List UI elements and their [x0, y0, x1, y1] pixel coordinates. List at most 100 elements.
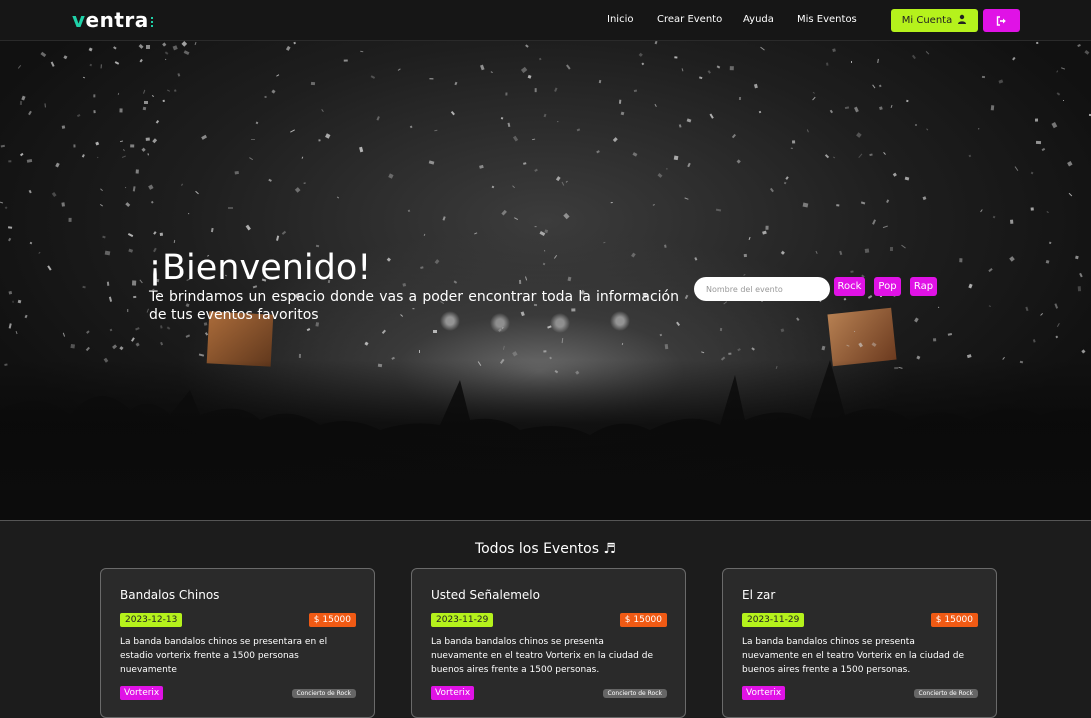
confetti-speck — [122, 155, 127, 158]
confetti-speck — [124, 186, 126, 189]
confetti-speck — [770, 187, 775, 192]
event-price-badge: $ 15000 — [308, 613, 356, 627]
confetti-speck — [611, 201, 614, 204]
logo-dots — [150, 17, 153, 27]
confetti-speck — [27, 110, 32, 116]
genre-filter-pop[interactable]: Pop — [874, 277, 901, 296]
confetti-speck — [717, 65, 721, 69]
event-card[interactable]: Usted Señalemelo 2023-11-29 $ 15000 La b… — [411, 568, 686, 718]
confetti-speck — [507, 122, 511, 128]
logo-text: entra — [85, 8, 149, 32]
confetti-speck — [861, 201, 867, 206]
confetti-speck — [93, 110, 96, 114]
confetti-speck — [144, 100, 149, 105]
confetti-speck — [762, 230, 767, 235]
confetti-speck — [117, 93, 120, 95]
confetti-speck — [577, 128, 581, 132]
confetti-speck — [654, 41, 658, 45]
genre-filter-rap[interactable]: Rap — [910, 277, 937, 296]
nav-link-ayuda[interactable]: Ayuda — [743, 14, 774, 25]
ventra-logo[interactable]: ventra — [72, 8, 153, 32]
confetti-speck — [282, 230, 287, 235]
confetti-speck — [251, 138, 256, 141]
nav-link-mis-eventos[interactable]: Mis Eventos — [797, 14, 857, 25]
hero-title: ¡Bienvenido! — [148, 248, 372, 288]
confetti-speck — [7, 237, 11, 242]
event-search-input[interactable] — [694, 277, 830, 301]
event-card[interactable]: Bandalos Chinos 2023-12-13 $ 15000 La ba… — [100, 568, 375, 718]
nav-link-inicio[interactable]: Inicio — [607, 14, 633, 25]
confetti-speck — [132, 296, 137, 299]
confetti-speck — [708, 69, 711, 73]
confetti-speck — [832, 156, 836, 159]
confetti-speck — [633, 89, 637, 92]
confetti-speck — [450, 111, 455, 116]
confetti-speck — [1067, 161, 1073, 167]
confetti-speck — [156, 120, 160, 124]
confetti-speck — [826, 62, 829, 66]
confetti-speck — [892, 171, 898, 177]
confetti-speck — [657, 172, 663, 178]
confetti-speck — [343, 60, 348, 62]
confetti-speck — [595, 150, 600, 154]
events-section: Todos los Eventos ♬ Bandalos Chinos 2023… — [0, 520, 1091, 718]
confetti-speck — [104, 250, 110, 256]
confetti-speck — [130, 143, 135, 147]
confetti-speck — [122, 149, 125, 152]
confetti-speck — [376, 116, 381, 121]
confetti-speck — [90, 63, 93, 66]
logout-button[interactable] — [983, 9, 1020, 32]
confetti-speck — [162, 99, 165, 102]
confetti-speck — [806, 128, 810, 133]
nav-link-crear-evento[interactable]: Crear Evento — [657, 14, 722, 25]
confetti-speck — [968, 154, 972, 157]
confetti-speck — [409, 125, 413, 129]
confetti-speck — [812, 91, 815, 94]
my-account-button[interactable]: Mi Cuenta — [891, 9, 978, 32]
confetti-speck — [815, 251, 819, 255]
confetti-speck — [95, 141, 100, 146]
event-category-badge: Concierto de Rock — [602, 689, 667, 698]
confetti-speck — [632, 152, 638, 157]
confetti-speck — [922, 196, 927, 201]
confetti-speck — [83, 285, 87, 289]
confetti-speck — [164, 51, 169, 56]
confetti-speck — [17, 300, 22, 304]
confetti-speck — [4, 206, 8, 210]
confetti-speck — [505, 92, 508, 96]
confetti-speck — [912, 55, 916, 60]
confetti-speck — [925, 128, 929, 131]
confetti-speck — [1077, 44, 1081, 48]
confetti-speck — [181, 183, 184, 186]
confetti-speck — [93, 94, 96, 98]
confetti-speck — [139, 59, 143, 63]
confetti-speck — [133, 185, 136, 191]
confetti-speck — [55, 162, 61, 168]
hero-section: ¡Bienvenido! Te brindamos un espacio don… — [0, 41, 1091, 520]
confetti-speck — [1084, 50, 1090, 55]
confetti-speck — [736, 159, 742, 165]
confetti-speck — [61, 125, 66, 129]
confetti-speck — [674, 56, 678, 59]
confetti-speck — [293, 41, 296, 44]
event-description: La banda bandalos chinos se presenta nue… — [742, 637, 965, 675]
confetti-speck — [271, 89, 276, 94]
confetti-speck — [1036, 41, 1039, 44]
confetti-speck — [832, 49, 837, 53]
confetti-speck — [455, 81, 458, 85]
confetti-speck — [145, 45, 150, 49]
logo-letter: v — [72, 8, 86, 32]
confetti-speck — [709, 113, 714, 119]
confetti-speck — [19, 101, 23, 106]
confetti-speck — [166, 89, 170, 92]
confetti-speck — [194, 41, 197, 46]
confetti-speck — [1063, 99, 1065, 101]
event-date-badge: 2023-12-13 — [120, 613, 183, 627]
event-card[interactable]: El zar 2023-11-29 $ 15000 La banda banda… — [722, 568, 997, 718]
confetti-speck — [1041, 147, 1046, 152]
confetti-speck — [478, 165, 484, 170]
confetti-speck — [1009, 220, 1013, 225]
confetti-speck — [1056, 69, 1059, 73]
events-section-title: Todos los Eventos ♬ — [474, 541, 617, 557]
genre-filter-rock[interactable]: Rock — [834, 277, 865, 296]
